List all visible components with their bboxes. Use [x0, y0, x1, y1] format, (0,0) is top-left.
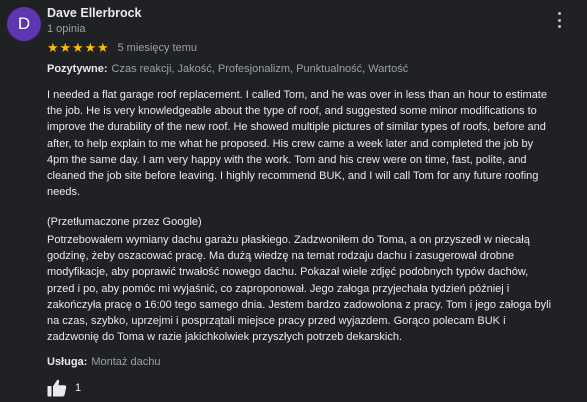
like-count: 1 [75, 382, 82, 394]
review-text-translated: Potrzebowałem wymiany dachu garażu płask… [47, 234, 552, 344]
translation-label: (Przetłumaczone przez Google) [47, 216, 202, 228]
like-button[interactable]: 1 [47, 379, 81, 397]
star-icon: ★ [72, 40, 84, 55]
thumbs-up-icon[interactable] [47, 379, 67, 397]
more-vert-icon[interactable] [552, 12, 566, 28]
review-time: 5 miesięcy temu [117, 42, 197, 54]
service-info: Usługa: Montaż dachu [47, 356, 160, 368]
star-icon: ★ [97, 40, 109, 55]
review-text: I needed a flat garage roof replacement.… [47, 89, 547, 199]
rating-row: ★ ★ ★ ★ ★ 5 miesięcy temu [47, 40, 197, 56]
reviewer-review-count: 1 opinia [47, 23, 86, 35]
positive-attributes-label: Pozytywne: [47, 63, 108, 75]
reviewer-name[interactable]: Dave Ellerbrock [47, 6, 142, 20]
star-icon: ★ [59, 40, 72, 55]
avatar-initial: D [17, 14, 31, 33]
positive-attributes-value: Czas reakcji, Jakość, Profesjonalizm, Pu… [111, 63, 409, 75]
avatar[interactable]: D [7, 7, 41, 41]
star-icon: ★ [84, 40, 97, 55]
positive-attributes: Pozytywne: Czas reakcji, Jakość, Profesjo… [47, 63, 408, 75]
star-icon: ★ [47, 40, 59, 55]
service-value: Montaż dachu [91, 356, 161, 368]
service-label: Usługa: [47, 356, 88, 368]
star-rating: ★ ★ ★ ★ ★ [47, 41, 110, 55]
